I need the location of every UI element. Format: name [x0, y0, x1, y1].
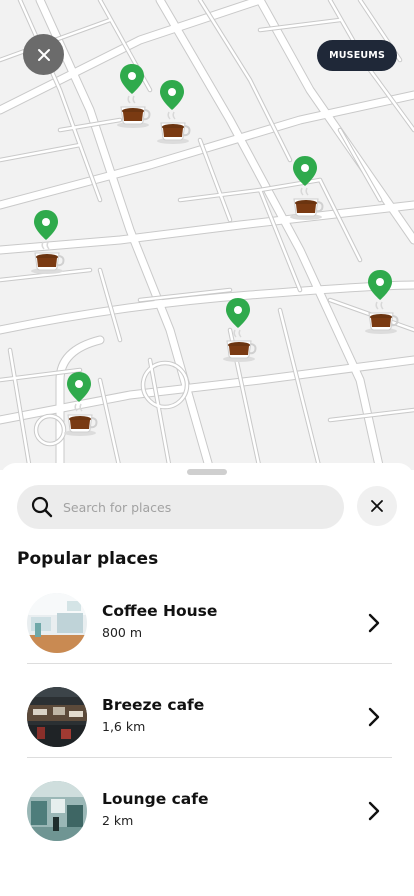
place-name: Coffee House [102, 602, 218, 620]
place-distance: 2 km [102, 813, 134, 828]
place-name: Breeze cafe [102, 696, 205, 714]
close-map-button[interactable] [23, 34, 64, 75]
place-item-breeze-cafe[interactable]: Breeze cafe 1,6 km [17, 679, 392, 757]
place-item-coffee-house[interactable]: Coffee House 800 m [17, 585, 392, 663]
close-icon [37, 48, 50, 61]
search-icon [31, 496, 53, 518]
bottom-sheet[interactable]: Popular places Coffee House 800 m [0, 463, 414, 896]
search-bar[interactable] [17, 485, 344, 529]
cafe-marker[interactable] [59, 370, 99, 440]
cafe-marker[interactable] [285, 154, 325, 224]
place-distance: 1,6 km [102, 719, 146, 734]
cafe-marker[interactable] [26, 208, 66, 278]
place-distance: 800 m [102, 625, 143, 640]
place-item-lounge-cafe[interactable]: Lounge cafe 2 km [17, 773, 392, 851]
divider [27, 757, 392, 758]
cafe-marker[interactable] [360, 268, 400, 338]
drag-handle[interactable] [187, 469, 227, 475]
divider [27, 663, 392, 664]
place-thumbnail [27, 781, 87, 841]
chevron-right-icon [368, 707, 380, 727]
place-thumbnail [27, 687, 87, 747]
cafe-marker[interactable] [218, 296, 258, 366]
place-name: Lounge cafe [102, 790, 209, 808]
chevron-right-icon [368, 801, 380, 821]
search-input[interactable] [63, 499, 313, 515]
section-title: Popular places [17, 549, 159, 569]
close-icon [371, 500, 383, 512]
museums-filter-chip[interactable]: MUSEUMS [317, 40, 397, 71]
place-thumbnail [27, 593, 87, 653]
clear-search-button[interactable] [357, 486, 397, 526]
chevron-right-icon [368, 613, 380, 633]
map-view[interactable]: MUSEUMS [0, 0, 414, 470]
cafe-marker[interactable] [112, 62, 152, 132]
cafe-marker[interactable] [152, 78, 192, 148]
